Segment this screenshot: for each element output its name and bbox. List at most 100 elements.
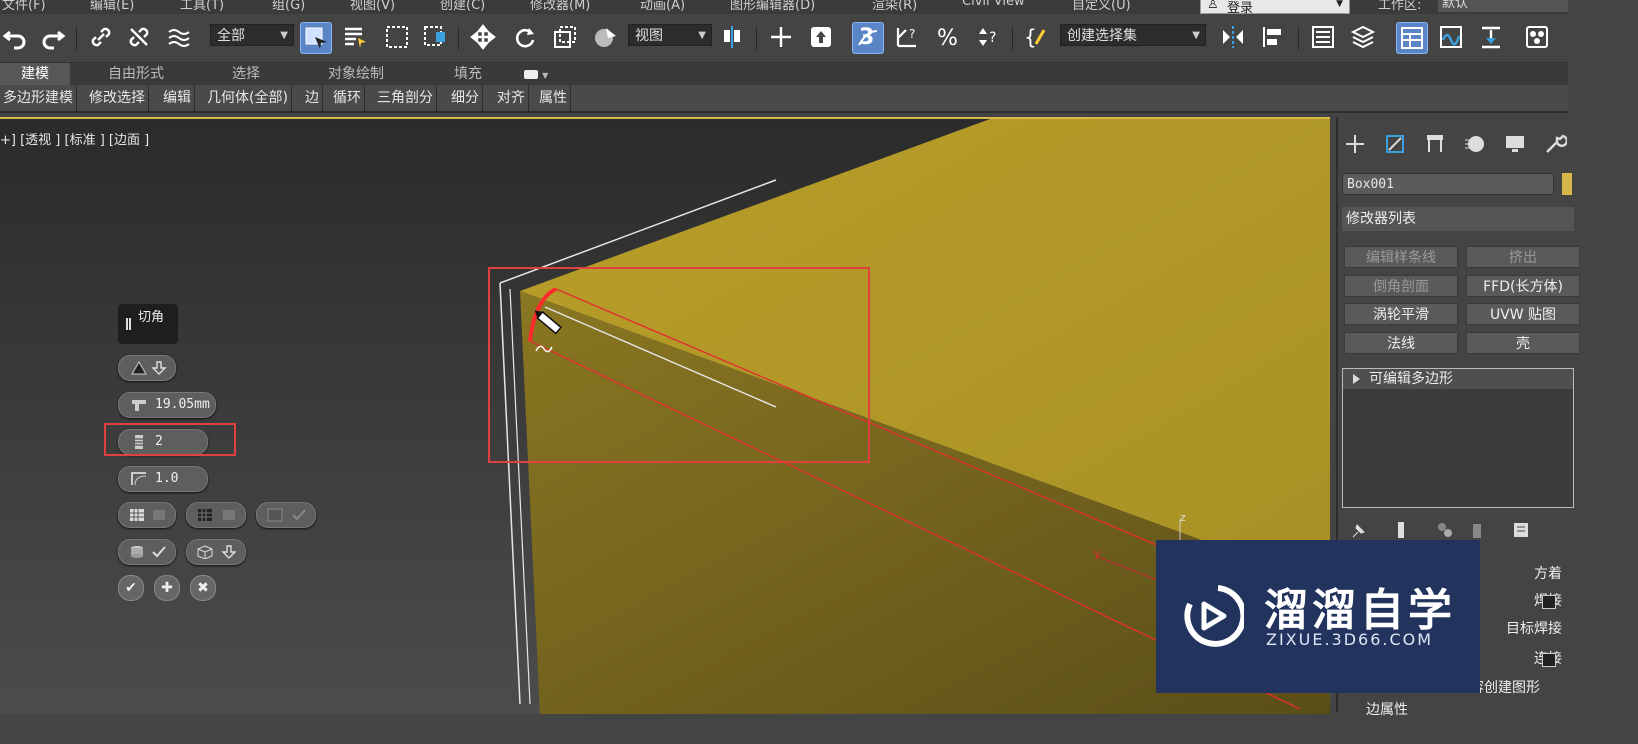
panel-modify-selection[interactable]: 修改选择 — [86, 85, 149, 111]
object-name-field[interactable]: Box001 — [1342, 173, 1554, 195]
panel-tris[interactable]: 三角剖分 — [374, 85, 437, 111]
ref-coord-combo[interactable]: 视图 ▼ — [628, 24, 712, 46]
mirror-button[interactable] — [1218, 22, 1248, 52]
panel-edit[interactable]: 编辑 — [160, 85, 195, 111]
angle-snap-button[interactable]: ? — [892, 22, 922, 52]
named-selection-combo[interactable]: 创建选择集 ▼ — [1060, 24, 1206, 46]
panel-polygon-modeling[interactable]: 多边形建模 — [0, 85, 77, 111]
menu-graph-editors[interactable]: 图形编辑器(D) — [730, 0, 815, 13]
utilities-tab[interactable] — [1540, 129, 1570, 159]
tab-populate[interactable]: 填充 — [438, 63, 498, 85]
mod-extrude-button[interactable]: 挤出 — [1466, 246, 1580, 268]
rect-selection-region-button[interactable] — [382, 22, 412, 52]
configure-sets-button[interactable] — [1510, 519, 1532, 541]
motion-tab[interactable] — [1460, 129, 1490, 159]
modifier-list-combo[interactable]: 修改器列表 — [1342, 207, 1574, 231]
edit-named-selection-button[interactable]: { — [1022, 22, 1052, 52]
panel-properties[interactable]: 属性 — [536, 85, 571, 111]
ribbon-options-button[interactable]: ▼ — [516, 63, 556, 85]
chamfer-amount-field[interactable]: 19.05mm — [118, 392, 216, 418]
perspective-viewport[interactable]: +] [透视 ] [标准 ] [边面 ] y z 切角 19.05mm 2 1.… — [0, 117, 1330, 714]
panel-geometry-all[interactable]: 几何体(全部) — [204, 85, 292, 111]
weld-settings-checkbox[interactable] — [1542, 595, 1556, 609]
undo-button[interactable] — [0, 22, 30, 52]
bind-spacewarp-button[interactable] — [164, 22, 194, 52]
make-unique-button[interactable] — [1434, 519, 1456, 541]
tab-selection[interactable]: 选择 — [216, 63, 276, 85]
modifier-stack[interactable]: 可编辑多边形 — [1342, 368, 1574, 508]
panel-align[interactable]: 对齐 — [494, 85, 529, 111]
ok-button[interactable]: ✔ — [118, 575, 144, 601]
smooth-toggle[interactable] — [256, 502, 316, 528]
link-button[interactable] — [86, 22, 116, 52]
panel-loops[interactable]: 循环 — [330, 85, 365, 111]
align-button[interactable] — [1258, 22, 1288, 52]
pivot-center-button[interactable] — [718, 22, 748, 52]
chamfer-type-control[interactable] — [118, 355, 176, 381]
placement-button[interactable] — [590, 22, 620, 52]
tab-freeform[interactable]: 自由形式 — [94, 63, 178, 85]
rotate-button[interactable] — [510, 22, 540, 52]
smooth-threshold-toggle[interactable] — [118, 539, 176, 565]
percent-snap-button[interactable]: % — [934, 22, 964, 52]
menu-rendering[interactable]: 渲染(R) — [872, 0, 917, 13]
menu-file[interactable]: 文件(F) — [2, 0, 46, 13]
panel-subdivision[interactable]: 细分 — [448, 85, 483, 111]
menu-animation[interactable]: 动画(A) — [640, 0, 685, 13]
mod-uvw-map-button[interactable]: UVW 贴图 — [1466, 303, 1580, 325]
layer-explorer-button[interactable] — [1348, 22, 1378, 52]
connect-settings-checkbox[interactable] — [1542, 653, 1556, 667]
selection-filter-combo[interactable]: 全部 ▼ — [210, 24, 294, 46]
keyboard-shortcut-toggle-button[interactable] — [806, 22, 836, 52]
apply-continue-button[interactable]: ✚ — [154, 575, 180, 601]
select-manipulate-button[interactable] — [766, 22, 796, 52]
mod-ffd-box-button[interactable]: FFD(长方体) — [1466, 275, 1580, 297]
menu-tools[interactable]: 工具(T) — [180, 0, 224, 13]
menu-customize[interactable]: 自定义(U) — [1072, 0, 1131, 13]
stack-item-editable-poly[interactable]: 可编辑多边形 — [1343, 369, 1573, 389]
remove-modifier-button[interactable] — [1466, 519, 1488, 541]
workspace-combo[interactable]: 默认 — [1438, 0, 1568, 12]
mod-edit-spline-button[interactable]: 编辑样条线 — [1344, 246, 1458, 268]
schematic-view-button[interactable] — [1476, 22, 1506, 52]
menu-views[interactable]: 视图(V) — [350, 0, 395, 13]
ribbon-toggle-button[interactable] — [1396, 22, 1428, 54]
menu-group[interactable]: 组(G) — [272, 0, 305, 13]
select-object-button[interactable] — [300, 22, 332, 54]
display-tab[interactable] — [1500, 129, 1530, 159]
drag-handle-icon[interactable] — [126, 318, 131, 330]
create-tab[interactable] — [1340, 129, 1370, 159]
menu-modifiers[interactable]: 修改器(M) — [530, 0, 590, 13]
open-chamfer-toggle[interactable] — [118, 502, 176, 528]
mod-bevel-profile-button[interactable]: 倒角剖面 — [1344, 275, 1458, 297]
panel-edges[interactable]: 边 — [302, 85, 323, 111]
cancel-button[interactable]: ✖ — [190, 575, 216, 601]
object-color-swatch[interactable] — [1562, 173, 1572, 195]
tab-modeling[interactable]: 建模 — [0, 63, 70, 85]
edge-properties-rollout[interactable]: 边属性 — [1366, 699, 1426, 721]
scene-explorer-button[interactable] — [1308, 22, 1338, 52]
menu-create[interactable]: 创建(C) — [440, 0, 485, 13]
menu-civil-view[interactable]: Civil View — [962, 0, 1025, 9]
select-by-name-button[interactable] — [340, 22, 370, 52]
separate-toggle[interactable] — [186, 539, 246, 565]
pin-stack-button[interactable] — [1348, 519, 1370, 541]
window-crossing-button[interactable] — [420, 22, 450, 52]
show-end-result-button[interactable] — [1390, 519, 1412, 541]
mod-turbosmooth-button[interactable]: 涡轮平滑 — [1344, 303, 1458, 325]
curve-editor-button[interactable] — [1436, 22, 1466, 52]
snaps-toggle-button[interactable]: 3 — [852, 22, 884, 54]
user-combo[interactable]: ♙ 登录 ▼ — [1200, 0, 1350, 14]
mod-shell-button[interactable]: 壳 — [1466, 332, 1580, 354]
material-editor-button[interactable] — [1522, 22, 1552, 52]
scale-button[interactable] — [550, 22, 580, 52]
target-weld-button[interactable]: 目标焊接 — [1472, 618, 1562, 640]
tab-object-paint[interactable]: 对象绘制 — [314, 63, 398, 85]
redo-button[interactable] — [38, 22, 68, 52]
chamfer-tension-field[interactable]: 1.0 — [118, 466, 208, 492]
modify-tab[interactable] — [1380, 129, 1410, 159]
menu-edit[interactable]: 编辑(E) — [90, 0, 134, 13]
hierarchy-tab[interactable] — [1420, 129, 1450, 159]
move-button[interactable] — [468, 22, 498, 52]
mod-normal-button[interactable]: 法线 — [1344, 332, 1458, 354]
